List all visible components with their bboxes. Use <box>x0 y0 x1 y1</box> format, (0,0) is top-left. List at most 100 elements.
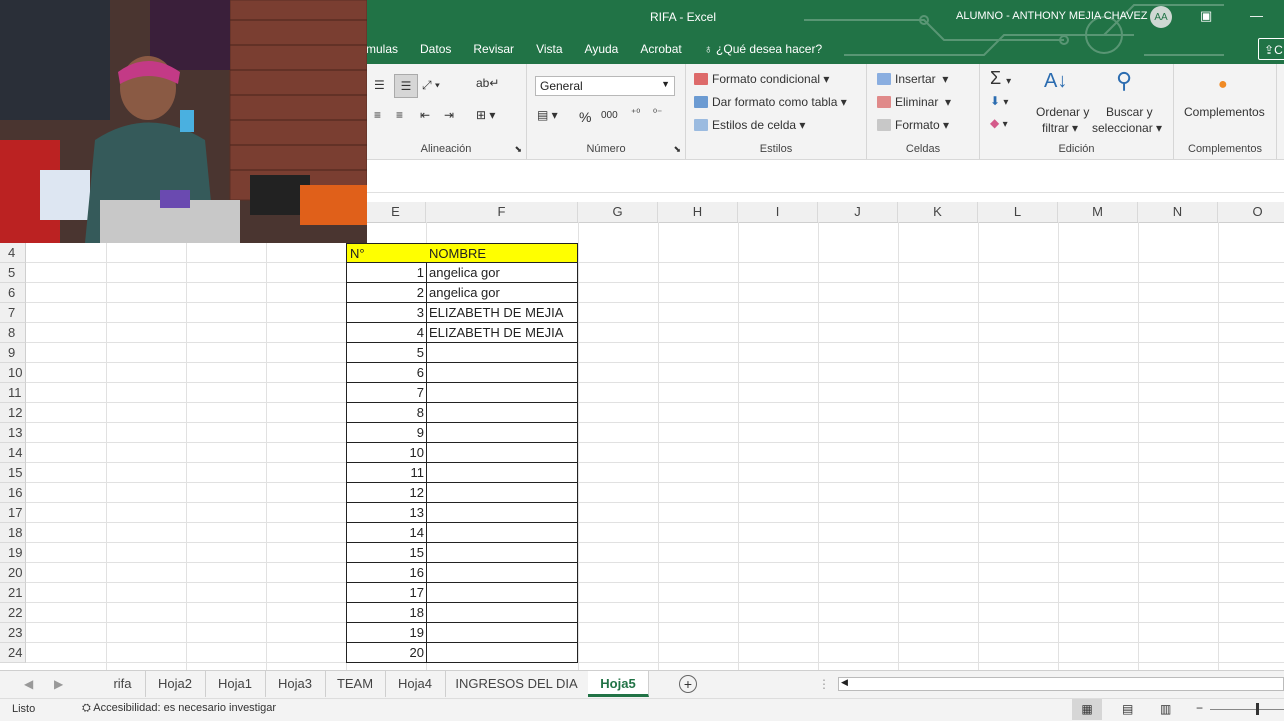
cell-number[interactable]: 9 <box>346 423 427 443</box>
cell-name[interactable] <box>426 603 578 623</box>
cell-name[interactable] <box>426 423 578 443</box>
number-format-select[interactable]: General ▼ <box>535 76 675 96</box>
avatar[interactable]: AA <box>1150 6 1172 28</box>
cell-name[interactable]: angelica gor <box>426 263 578 283</box>
horizontal-scrollbar[interactable]: ◀ <box>838 677 1284 691</box>
column-header[interactable]: K <box>898 202 978 222</box>
cell-number[interactable]: 16 <box>346 563 427 583</box>
align-top-icon[interactable]: ☰ <box>374 78 385 92</box>
cell-number[interactable]: 15 <box>346 543 427 563</box>
tab-datos[interactable]: Datos <box>409 40 462 58</box>
cell-number[interactable]: 2 <box>346 283 427 303</box>
tab-vista[interactable]: Vista <box>525 40 573 58</box>
row-header[interactable]: 15 <box>0 463 26 483</box>
addins-icon[interactable]: ● <box>1218 76 1228 94</box>
cell-name[interactable]: ELIZABETH DE MEJIA <box>426 303 578 323</box>
cell-name[interactable]: angelica gor <box>426 283 578 303</box>
column-header[interactable]: N <box>1138 202 1218 222</box>
row-header[interactable]: 7 <box>0 303 26 323</box>
row-header[interactable]: 14 <box>0 443 26 463</box>
tab-acrobat[interactable]: Acrobat <box>629 40 692 58</box>
cell-name[interactable] <box>426 483 578 503</box>
addins-button[interactable]: Complementos <box>1184 105 1265 119</box>
find-select-label-1[interactable]: Buscar y <box>1106 105 1153 119</box>
row-header[interactable]: 12 <box>0 403 26 423</box>
tab-formulas[interactable]: mulas <box>366 40 409 58</box>
row-header[interactable]: 19 <box>0 543 26 563</box>
zoom-slider-thumb[interactable] <box>1256 703 1259 715</box>
orientation-icon[interactable]: ⤢ ▾ <box>422 78 440 93</box>
conditional-format-button[interactable]: Formato condicional ▾ <box>694 72 829 86</box>
cell-number[interactable]: 4 <box>346 323 427 343</box>
cell-number[interactable]: 19 <box>346 623 427 643</box>
increase-indent-icon[interactable]: ⇥ <box>444 108 454 122</box>
scroll-left-icon[interactable]: ◀ <box>24 677 33 691</box>
column-header[interactable]: I <box>738 202 818 222</box>
row-header[interactable]: 20 <box>0 563 26 583</box>
thousands-button[interactable]: 000 <box>601 110 618 121</box>
row-header[interactable]: 21 <box>0 583 26 603</box>
cell-name[interactable] <box>426 363 578 383</box>
column-header[interactable]: L <box>978 202 1058 222</box>
cell-number[interactable]: 6 <box>346 363 427 383</box>
row-header[interactable]: 6 <box>0 283 26 303</box>
column-header[interactable]: F <box>426 202 578 222</box>
decrease-decimal-icon[interactable]: ⁰⁻ <box>653 108 662 119</box>
row-header[interactable]: 16 <box>0 483 26 503</box>
row-header[interactable]: 4 <box>0 243 26 263</box>
cell-name[interactable] <box>426 383 578 403</box>
autosum-icon[interactable]: Σ ▾ <box>990 68 1011 89</box>
align-middle-icon[interactable]: ☰ <box>394 74 418 98</box>
cell-name[interactable] <box>426 403 578 423</box>
tell-me-search[interactable]: ♁ ¿Qué desea hacer? <box>693 40 833 58</box>
cell-name[interactable] <box>426 563 578 583</box>
column-header[interactable]: O <box>1218 202 1284 222</box>
sheet-tab-rifa[interactable]: rifa <box>100 671 146 697</box>
format-button[interactable]: Formato ▾ <box>877 118 949 132</box>
column-header[interactable]: G <box>578 202 658 222</box>
sheet-tab-hoja1[interactable]: Hoja1 <box>205 671 266 697</box>
row-header[interactable]: 8 <box>0 323 26 343</box>
insert-button[interactable]: Insertar ▾ <box>877 72 948 86</box>
align-right-icon[interactable]: ≡ <box>396 108 403 122</box>
alignment-launcher-icon[interactable]: ⬊ <box>514 144 522 155</box>
ribbon-display-options-icon[interactable]: ▣ <box>1200 8 1212 24</box>
cell-name[interactable] <box>426 583 578 603</box>
wrap-text-icon[interactable]: ab↵ <box>476 76 499 90</box>
cell-number[interactable]: 1 <box>346 263 427 283</box>
row-header[interactable]: 9 <box>0 343 26 363</box>
cell-name[interactable] <box>426 443 578 463</box>
page-break-view-icon[interactable]: ▥ <box>1160 702 1171 716</box>
scroll-right-icon[interactable]: ▶ <box>54 677 63 691</box>
sheet-tab-hoja4[interactable]: Hoja4 <box>385 671 446 697</box>
number-launcher-icon[interactable]: ⬊ <box>673 144 681 155</box>
cell-number[interactable]: 8 <box>346 403 427 423</box>
cell-number[interactable]: 11 <box>346 463 427 483</box>
accessibility-checker[interactable]: ⛭ Accesibilidad: es necesario investigar <box>82 702 276 715</box>
cell-number[interactable]: 5 <box>346 343 427 363</box>
zoom-slider[interactable] <box>1210 703 1284 715</box>
add-sheet-icon[interactable]: + <box>679 675 697 693</box>
cell-name[interactable] <box>426 543 578 563</box>
sort-filter-button[interactable]: filtrar ▾ <box>1042 121 1078 135</box>
cell-styles-button[interactable]: Estilos de celda ▾ <box>694 118 805 132</box>
column-header[interactable]: E <box>366 202 426 222</box>
merge-cells-icon[interactable]: ⊞ ▾ <box>476 108 495 122</box>
sort-filter-icon[interactable]: A↓ <box>1044 70 1067 93</box>
row-header[interactable]: 5 <box>0 263 26 283</box>
cell-number[interactable]: 10 <box>346 443 427 463</box>
row-header[interactable]: 11 <box>0 383 26 403</box>
row-header[interactable]: 18 <box>0 523 26 543</box>
cell-number[interactable]: 7 <box>346 383 427 403</box>
clear-icon[interactable]: ◆ ▾ <box>990 116 1008 130</box>
cell-number[interactable]: 20 <box>346 643 427 663</box>
cell-name[interactable] <box>426 623 578 643</box>
column-header[interactable]: J <box>818 202 898 222</box>
header-cell-name[interactable]: NOMBRE <box>426 243 578 263</box>
cell-number[interactable]: 14 <box>346 523 427 543</box>
tab-ayuda[interactable]: Ayuda <box>574 40 630 58</box>
cell-name[interactable] <box>426 463 578 483</box>
increase-decimal-icon[interactable]: ⁺⁰ <box>631 108 640 119</box>
scrollbar-left-arrow-icon[interactable]: ◀ <box>841 677 848 688</box>
format-as-table-button[interactable]: Dar formato como tabla ▾ <box>694 95 847 109</box>
